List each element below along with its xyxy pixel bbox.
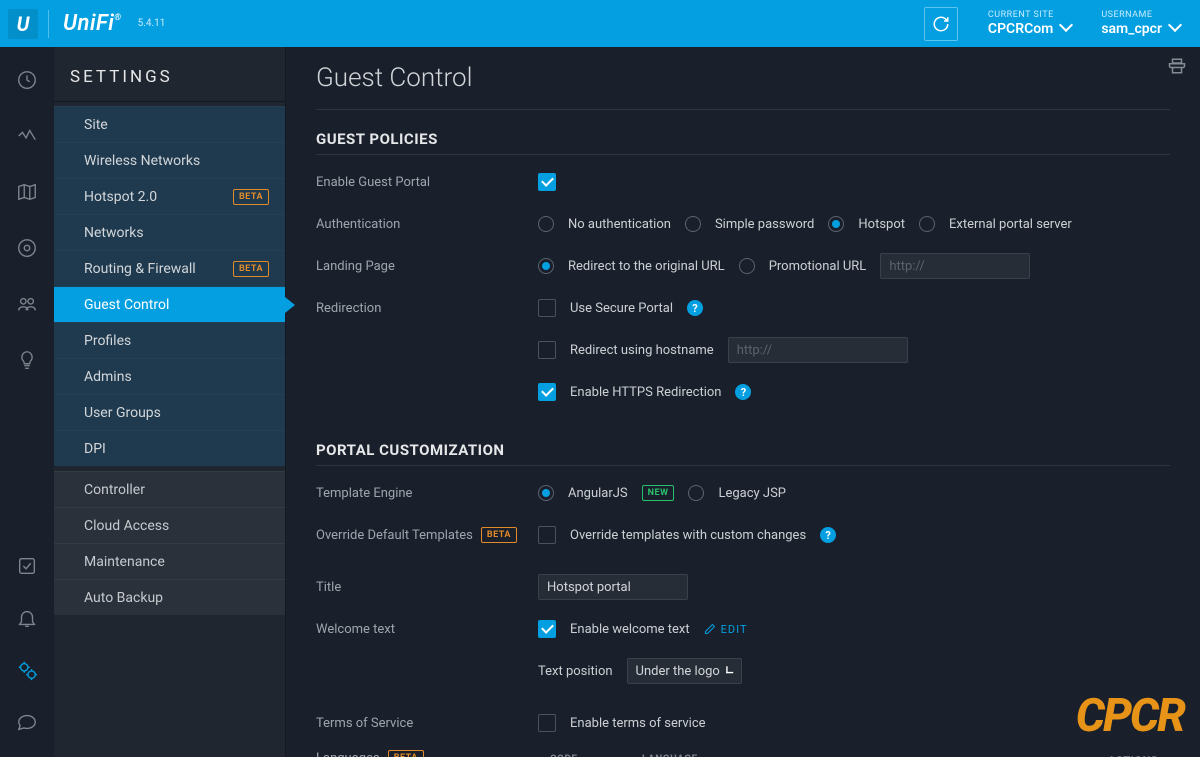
- sidebar-item-hotspot-2-0[interactable]: Hotspot 2.0BETA: [54, 178, 285, 214]
- engine-angular-label: AngularJS: [568, 486, 628, 501]
- topbar-divider: [48, 10, 49, 38]
- sidebar-item-site[interactable]: Site: [54, 106, 285, 142]
- beta-badge: BETA: [388, 750, 424, 757]
- refresh-button[interactable]: [924, 7, 958, 41]
- auth-radio-1[interactable]: [685, 216, 701, 232]
- section-guest-policies: GUEST POLICIES: [316, 130, 1170, 155]
- clients-icon[interactable]: [16, 293, 38, 319]
- map-icon[interactable]: [16, 181, 38, 207]
- tos-check-label: Enable terms of service: [570, 716, 706, 731]
- help-icon[interactable]: ?: [820, 527, 836, 543]
- tos-label: Terms of Service: [316, 716, 538, 731]
- promotional-url-input[interactable]: [880, 253, 1030, 279]
- devices-icon[interactable]: [16, 237, 38, 263]
- welcome-text-check-label: Enable welcome text: [570, 622, 690, 637]
- new-badge: NEW: [642, 485, 675, 501]
- auth-label-0: No authentication: [568, 217, 671, 232]
- override-templates-check-label: Override templates with custom changes: [570, 528, 806, 543]
- landing-page-label: Landing Page: [316, 259, 538, 274]
- current-site-block[interactable]: CURRENT SITE CPCRCom: [988, 10, 1071, 37]
- sidebar-item-wireless-networks[interactable]: Wireless Networks: [54, 142, 285, 178]
- sidebar-item-cloud-access[interactable]: Cloud Access: [54, 507, 285, 543]
- auth-label-3: External portal server: [949, 217, 1072, 232]
- enable-https-checkbox[interactable]: [538, 383, 556, 401]
- username-label: USERNAME: [1101, 10, 1180, 20]
- use-secure-portal-checkbox[interactable]: [538, 299, 556, 317]
- landing-label-0: Redirect to the original URL: [568, 259, 725, 274]
- engine-legacy-radio[interactable]: [688, 485, 704, 501]
- username-block[interactable]: USERNAME sam_cpcr: [1101, 10, 1180, 37]
- edit-welcome-button[interactable]: EDIT: [704, 623, 748, 636]
- sidebar-item-auto-backup[interactable]: Auto Backup: [54, 579, 285, 615]
- override-templates-label: Override Default Templates: [316, 528, 473, 543]
- sidebar-item-user-groups[interactable]: User Groups: [54, 394, 285, 430]
- settings-icon[interactable]: [16, 659, 38, 685]
- enable-portal-label: Enable Guest Portal: [316, 175, 538, 190]
- nav-rail: [0, 47, 54, 757]
- welcome-text-label: Welcome text: [316, 622, 538, 637]
- languages-table-header: CODE LANGUAGE ACTIONS: [538, 750, 1170, 757]
- refresh-icon: [932, 15, 950, 33]
- sidebar-item-networks[interactable]: Networks: [54, 214, 285, 250]
- template-engine-label: Template Engine: [316, 486, 538, 501]
- help-icon[interactable]: ?: [687, 300, 703, 316]
- topbar: U UniFi® 5.4.11 CURRENT SITE CPCRCom USE…: [0, 0, 1200, 47]
- auth-label-1: Simple password: [715, 217, 814, 232]
- engine-angular-radio[interactable]: [538, 485, 554, 501]
- redirection-label: Redirection: [316, 301, 538, 316]
- current-site-value: CPCRCom: [988, 21, 1053, 37]
- page-title: Guest Control: [316, 63, 1170, 93]
- engine-legacy-label: Legacy JSP: [718, 486, 786, 501]
- dashboard-icon[interactable]: [16, 69, 38, 95]
- override-templates-checkbox[interactable]: [538, 526, 556, 544]
- redirect-hostname-label: Redirect using hostname: [570, 343, 714, 358]
- landing-radio-1[interactable]: [739, 258, 755, 274]
- welcome-text-checkbox[interactable]: [538, 620, 556, 638]
- content-area: Guest Control GUEST POLICIES Enable Gues…: [286, 47, 1200, 757]
- sidebar-item-dpi[interactable]: DPI: [54, 430, 285, 466]
- events-icon[interactable]: [16, 555, 38, 581]
- version-label: 5.4.11: [138, 18, 166, 29]
- chat-icon[interactable]: [16, 711, 38, 737]
- title-field-label: Title: [316, 580, 538, 595]
- sidepanel-title: SETTINGS: [54, 67, 285, 102]
- use-secure-portal-label: Use Secure Portal: [570, 301, 673, 316]
- print-icon[interactable]: [1168, 57, 1186, 79]
- languages-label: Languages: [316, 751, 380, 757]
- auth-label-2: Hotspot: [858, 217, 905, 232]
- sidebar-item-admins[interactable]: Admins: [54, 358, 285, 394]
- sidebar-item-routing-firewall[interactable]: Routing & FirewallBETA: [54, 250, 285, 286]
- sidebar-item-maintenance[interactable]: Maintenance: [54, 543, 285, 579]
- alerts-icon[interactable]: [16, 607, 38, 633]
- landing-label-1: Promotional URL: [769, 259, 867, 274]
- text-position-select[interactable]: Under the logo: [627, 658, 742, 684]
- username-value: sam_cpcr: [1101, 21, 1162, 37]
- landing-radio-0[interactable]: [538, 258, 554, 274]
- settings-sidepanel: SETTINGS SiteWireless NetworksHotspot 2.…: [54, 47, 286, 757]
- redirect-hostname-input[interactable]: [728, 337, 908, 363]
- beta-badge: BETA: [481, 527, 517, 543]
- redirect-hostname-checkbox[interactable]: [538, 341, 556, 359]
- auth-radio-3[interactable]: [919, 216, 935, 232]
- chevron-down-icon: [1061, 20, 1071, 37]
- enable-https-label: Enable HTTPS Redirection: [570, 385, 721, 400]
- help-icon[interactable]: ?: [735, 384, 751, 400]
- chevron-down-icon: [1170, 20, 1180, 37]
- authentication-label: Authentication: [316, 217, 538, 232]
- auth-radio-0[interactable]: [538, 216, 554, 232]
- brand-badge: U: [8, 9, 38, 39]
- statistics-icon[interactable]: [16, 125, 38, 151]
- sidebar-item-guest-control[interactable]: Guest Control: [54, 286, 285, 322]
- tos-checkbox[interactable]: [538, 714, 556, 732]
- sidebar-item-controller[interactable]: Controller: [54, 471, 285, 507]
- insights-icon[interactable]: [16, 349, 38, 375]
- sidebar-item-profiles[interactable]: Profiles: [54, 322, 285, 358]
- text-position-label: Text position: [538, 664, 613, 679]
- title-input[interactable]: [538, 574, 688, 600]
- current-site-label: CURRENT SITE: [988, 10, 1071, 20]
- auth-radio-2[interactable]: [828, 216, 844, 232]
- section-portal-customization: PORTAL CUSTOMIZATION: [316, 441, 1170, 466]
- brand-logo: UniFi®: [63, 11, 122, 36]
- enable-portal-checkbox[interactable]: [538, 173, 556, 191]
